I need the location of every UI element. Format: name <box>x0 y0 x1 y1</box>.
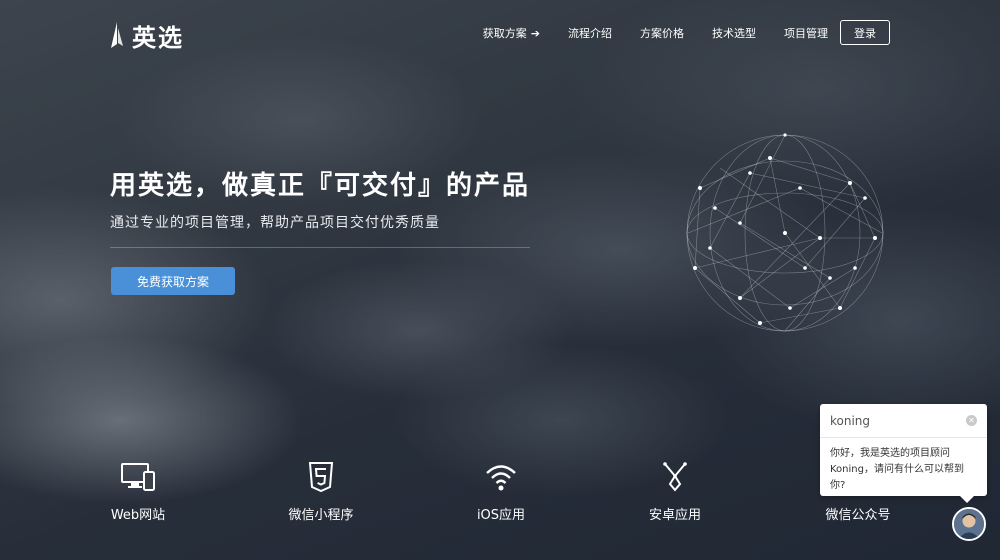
service-ios[interactable]: iOS应用 <box>441 462 561 523</box>
nav-label: 方案价格 <box>640 27 684 40</box>
nav-pricing[interactable]: 方案价格 <box>640 25 684 41</box>
person-avatar-icon <box>954 509 984 539</box>
chat-avatar[interactable] <box>952 507 986 541</box>
service-miniprogram[interactable]: 微信小程序 <box>261 462 381 523</box>
html5-icon <box>308 462 334 492</box>
nav-label: 项目管理 <box>784 27 828 40</box>
chat-message: 你好，我是英选的项目顾问Koning，请问有什么可以帮到你? <box>830 448 964 491</box>
service-android[interactable]: 安卓应用 <box>615 462 735 523</box>
brand-name: 英选 <box>132 24 184 52</box>
chat-header: koning ✕ <box>820 404 987 438</box>
close-icon[interactable]: ✕ <box>966 415 977 426</box>
chat-popup: koning ✕ 你好，我是英选的项目顾问Koning，请问有什么可以帮到你? <box>820 404 987 503</box>
arrow-right-icon: ➔ <box>530 26 540 40</box>
nav-label: 技术选型 <box>712 27 756 40</box>
hero-subtitle: 通过专业的项目管理，帮助产品项目交付优秀质量 <box>110 215 440 231</box>
chat-agent-name: koning <box>830 413 871 428</box>
nav-tech[interactable]: 技术选型 <box>712 25 756 41</box>
free-plan-button[interactable]: 免费获取方案 <box>111 267 235 295</box>
network-globe-graphic <box>686 133 884 332</box>
brand-logo[interactable]: 英选 <box>110 18 184 53</box>
wifi-icon <box>486 465 516 491</box>
service-web[interactable]: Web网站 <box>78 462 198 523</box>
hero-divider <box>110 247 530 248</box>
service-label: 微信公众号 <box>825 508 891 523</box>
login-button[interactable]: 登录 <box>840 20 890 45</box>
top-nav: 英选 获取方案 ➔ 流程介绍 方案价格 技术选型 项目管理 登录 <box>0 0 1000 64</box>
service-label: iOS应用 <box>476 508 526 523</box>
service-label: Web网站 <box>110 508 166 523</box>
nav-process[interactable]: 流程介绍 <box>568 25 612 41</box>
android-icon <box>663 462 687 492</box>
service-label: 安卓应用 <box>648 508 701 523</box>
nav-label: 获取方案 <box>482 27 527 40</box>
sail-logo-icon <box>111 21 123 48</box>
nav-project[interactable]: 项目管理 <box>784 25 828 41</box>
hero-title: 用英选，做真正『可交付』的产品 <box>110 171 531 201</box>
nav-get-plan[interactable]: 获取方案 ➔ <box>483 25 540 41</box>
desktop-mobile-icon <box>121 463 155 491</box>
main-menu: 获取方案 ➔ 流程介绍 方案价格 技术选型 项目管理 <box>483 25 828 41</box>
service-label: 微信小程序 <box>288 508 354 523</box>
nav-label: 流程介绍 <box>568 27 612 40</box>
